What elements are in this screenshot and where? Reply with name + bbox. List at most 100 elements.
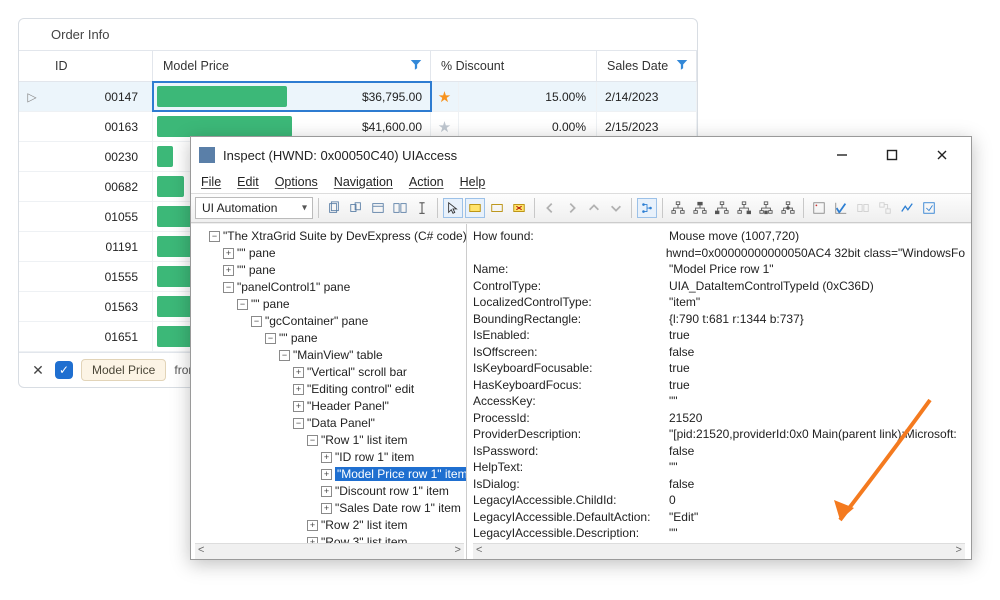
minimize-button[interactable] xyxy=(821,143,863,167)
inspect-tree[interactable]: −"The XtraGrid Suite by DevExpress (C# c… xyxy=(191,224,467,559)
property-row[interactable]: LegacyIAccessible.DefaultAction:"Edit" xyxy=(473,509,965,526)
cell-id[interactable]: 00147 xyxy=(45,82,153,111)
property-row[interactable]: hwnd=0x00000000000050AC4 32bit class="Wi… xyxy=(473,245,965,262)
menu-navigation[interactable]: Navigation xyxy=(334,175,393,189)
cell-sales-date[interactable]: 2/14/2023 xyxy=(597,82,697,111)
tb-misc1-icon[interactable] xyxy=(809,198,829,218)
property-row[interactable]: IsOffscreen:false xyxy=(473,344,965,361)
inspect-titlebar[interactable]: Inspect (HWND: 0x00050C40) UIAccess xyxy=(191,137,971,173)
cell-model-price[interactable]: $36,795.00 xyxy=(153,82,431,111)
property-row[interactable]: Name:"Model Price row 1" xyxy=(473,261,965,278)
cell-id[interactable]: 01555 xyxy=(45,262,153,291)
tree-node[interactable]: "Row 2" list item xyxy=(321,518,408,532)
tb-copy2-icon[interactable] xyxy=(346,198,366,218)
tb-hier-prev-icon[interactable] xyxy=(756,198,776,218)
cell-id[interactable]: 01191 xyxy=(45,232,153,261)
tb-arrow-left-icon[interactable] xyxy=(540,198,560,218)
menu-help[interactable]: Help xyxy=(460,175,486,189)
tree-node[interactable]: "" pane xyxy=(279,331,318,345)
expander-icon[interactable]: + xyxy=(223,248,234,259)
expander-icon[interactable]: − xyxy=(279,350,290,361)
expander-icon[interactable]: + xyxy=(321,469,332,480)
tree-horizontal-scrollbar[interactable]: <> xyxy=(195,543,464,559)
tb-dual-icon[interactable] xyxy=(390,198,410,218)
tb-arrow-down-icon[interactable] xyxy=(606,198,626,218)
cell-id[interactable]: 01563 xyxy=(45,292,153,321)
expander-icon[interactable]: − xyxy=(223,282,234,293)
tb-rect-x-icon[interactable] xyxy=(509,198,529,218)
property-row[interactable]: BoundingRectangle:{l:790 t:681 r:1344 b:… xyxy=(473,311,965,328)
tb-hier-last-icon[interactable] xyxy=(734,198,754,218)
column-header-sales-date[interactable]: Sales Date xyxy=(597,51,697,81)
expander-icon[interactable]: + xyxy=(293,384,304,395)
tb-copy-icon[interactable] xyxy=(324,198,344,218)
tree-node[interactable]: "Data Panel" xyxy=(307,416,375,430)
property-row[interactable]: IsKeyboardFocusable:true xyxy=(473,360,965,377)
tb-hier-first-icon[interactable] xyxy=(712,198,732,218)
expander-icon[interactable]: + xyxy=(321,452,332,463)
clear-filter-button[interactable]: ✕ xyxy=(29,361,47,379)
tb-rect-icon[interactable] xyxy=(487,198,507,218)
cell-id[interactable]: 00163 xyxy=(45,112,153,141)
property-row[interactable]: ProcessId:21520 xyxy=(473,410,965,427)
tb-arrow-up-icon[interactable] xyxy=(584,198,604,218)
tb-arrow-right-icon[interactable] xyxy=(562,198,582,218)
property-row[interactable]: IsDialog:false xyxy=(473,476,965,493)
tb-misc5-icon[interactable] xyxy=(897,198,917,218)
expander-icon[interactable]: − xyxy=(237,299,248,310)
tb-hier-up-icon[interactable] xyxy=(690,198,710,218)
tb-misc4-icon[interactable] xyxy=(875,198,895,218)
cell-id[interactable]: 00682 xyxy=(45,172,153,201)
tb-misc2-icon[interactable] xyxy=(831,198,851,218)
maximize-button[interactable] xyxy=(871,143,913,167)
expander-icon[interactable]: + xyxy=(293,401,304,412)
cell-discount[interactable]: 15.00% xyxy=(459,82,597,111)
tree-node[interactable]: "gcContainer" pane xyxy=(265,314,368,328)
expander-icon[interactable]: − xyxy=(209,231,220,242)
expander-icon[interactable]: − xyxy=(265,333,276,344)
property-row[interactable]: LegacyIAccessible.Description:"" xyxy=(473,525,965,542)
menu-action[interactable]: Action xyxy=(409,175,444,189)
tree-node[interactable]: "The XtraGrid Suite by DevExpress (C# co… xyxy=(223,229,467,243)
expander-icon[interactable]: + xyxy=(321,503,332,514)
tree-node[interactable]: "Discount row 1" item xyxy=(335,484,449,498)
tree-node[interactable]: "Sales Date row 1" item xyxy=(335,501,461,515)
property-row[interactable]: ProviderDescription:"[pid:21520,provider… xyxy=(473,426,965,443)
props-horizontal-scrollbar[interactable]: <> xyxy=(473,543,965,559)
property-row[interactable]: LocalizedControlType:"item" xyxy=(473,294,965,311)
property-row[interactable]: IsPassword:false xyxy=(473,443,965,460)
tree-node[interactable]: "panelControl1" pane xyxy=(237,280,350,294)
property-row[interactable]: AccessKey:"" xyxy=(473,393,965,410)
close-button[interactable] xyxy=(921,143,963,167)
property-row[interactable]: IsEnabled:true xyxy=(473,327,965,344)
tree-node[interactable]: "Header Panel" xyxy=(307,399,389,413)
tree-node[interactable]: "" pane xyxy=(251,297,290,311)
property-row[interactable]: ControlType:UIA_DataItemControlTypeId (0… xyxy=(473,278,965,295)
favorite-star-icon[interactable]: ★ xyxy=(431,82,459,111)
framework-combo[interactable]: UI Automation xyxy=(195,197,313,219)
tree-node[interactable]: "ID row 1" item xyxy=(335,450,414,464)
column-header-model-price[interactable]: Model Price xyxy=(153,51,431,81)
filter-column-tag[interactable]: Model Price xyxy=(81,359,166,381)
cell-id[interactable]: 00230 xyxy=(45,142,153,171)
tb-hier-next-icon[interactable] xyxy=(778,198,798,218)
expander-icon[interactable]: + xyxy=(293,367,304,378)
expander-icon[interactable]: − xyxy=(293,418,304,429)
column-header-id[interactable]: ID xyxy=(45,51,153,81)
expander-icon[interactable]: + xyxy=(223,265,234,276)
tree-node[interactable]: "" pane xyxy=(237,246,276,260)
tb-cursor-icon[interactable] xyxy=(443,198,463,218)
expander-icon[interactable]: + xyxy=(321,486,332,497)
property-row[interactable]: HelpText:"" xyxy=(473,459,965,476)
column-header-discount[interactable]: % Discount xyxy=(431,51,597,81)
table-row[interactable]: ▷00147$36,795.00★15.00%2/14/2023 xyxy=(19,82,697,112)
tb-misc3-icon[interactable] xyxy=(853,198,873,218)
tb-rect-yellow-icon[interactable] xyxy=(465,198,485,218)
tb-hier1-icon[interactable] xyxy=(668,198,688,218)
cell-id[interactable]: 01055 xyxy=(45,202,153,231)
menu-file[interactable]: File xyxy=(201,175,221,189)
filter-enabled-checkbox[interactable]: ✓ xyxy=(55,361,73,379)
tree-node[interactable]: "" pane xyxy=(237,263,276,277)
cell-id[interactable]: 01651 xyxy=(45,322,153,351)
tree-node[interactable]: "MainView" table xyxy=(293,348,383,362)
